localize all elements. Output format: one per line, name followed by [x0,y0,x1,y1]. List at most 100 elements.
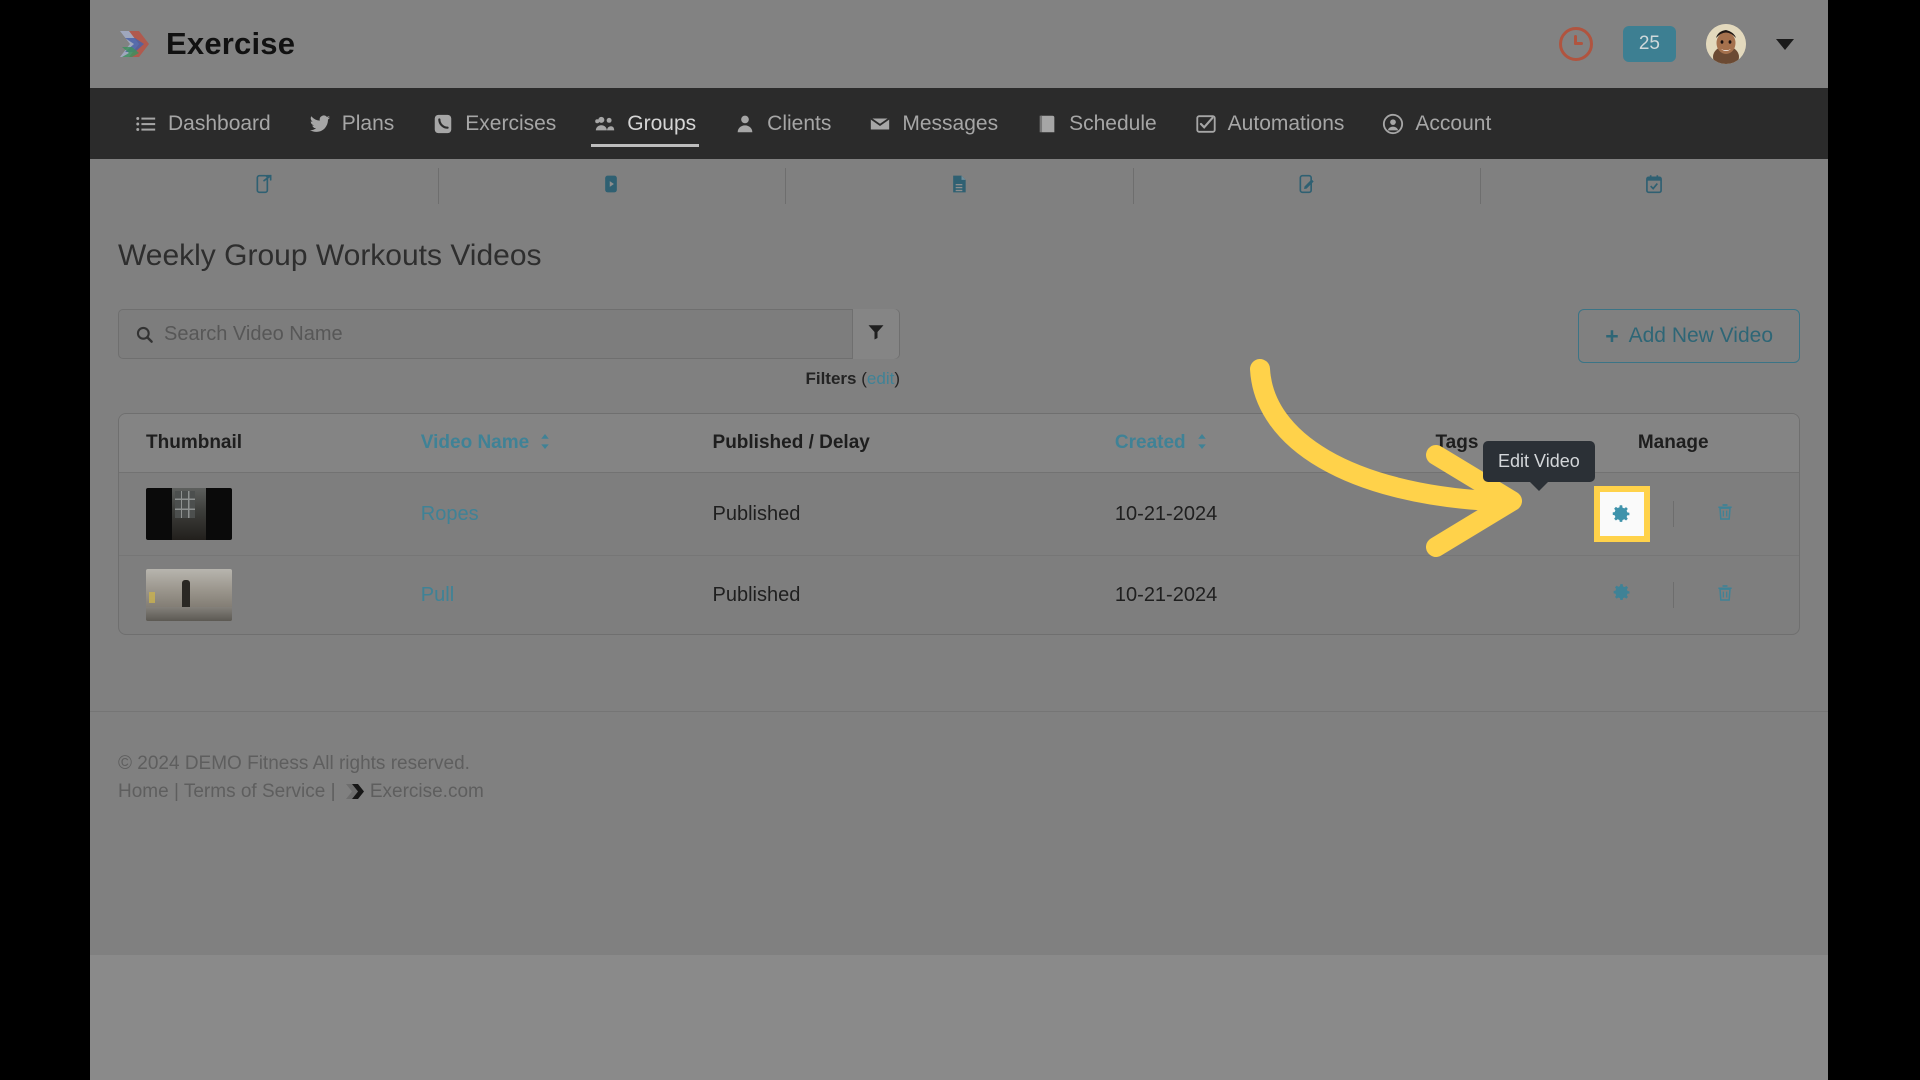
notification-count-badge[interactable]: 25 [1622,26,1676,62]
add-new-video-label: Add New Video [1628,324,1773,347]
filters-edit-link[interactable]: edit [867,369,894,388]
action-divider [1672,582,1674,608]
ropes-video-thumbnail[interactable] [146,488,232,540]
clock-icon[interactable] [1558,27,1593,61]
subnav-item-external-link[interactable] [90,166,438,206]
nav-item-exercises[interactable]: Exercises [413,88,575,159]
funnel-filter-icon [867,323,885,346]
video-name-link[interactable]: Ropes [421,503,479,525]
cell-published: Published [712,472,1115,556]
nav-item-account[interactable]: Account [1363,88,1510,159]
document-icon [949,173,969,200]
filter-button[interactable] [852,309,899,359]
tooltip-text: Edit Video [1498,451,1580,471]
main-nav: Dashboard Plans Exercises Groups Clients… [90,88,1828,159]
sort-arrows-icon [1197,433,1207,455]
pull-video-thumbnail[interactable] [146,569,232,621]
footer-link-site[interactable]: Exercise.com [370,781,484,802]
main-content: Weekly Group Workouts Videos Search Vide… [90,213,1828,635]
cell-created: 10-21-2024 [1114,472,1367,556]
cell-manage [1547,472,1799,556]
nav-item-schedule[interactable]: Schedule [1017,88,1176,159]
sort-arrows-icon [540,433,550,455]
nav-label: Schedule [1069,111,1157,135]
nav-label: Clients [767,111,832,135]
brand-name: Exercise [166,26,296,61]
footer-divider [90,711,1828,712]
user-icon [734,113,756,135]
phone-icon [432,113,454,135]
screenshot-root: Exercise 25 Dashboard Plans Exercises Gr… [0,0,1920,1080]
col-header-published-delay: Published / Delay [712,414,1115,473]
tooltip-edit-video: Edit Video [1483,441,1595,482]
thumbnail-floor [146,607,232,621]
chevron-down-icon[interactable] [1776,38,1794,50]
add-new-video-button[interactable]: + Add New Video [1578,309,1800,363]
nav-item-groups[interactable]: Groups [575,88,715,159]
trash-icon[interactable] [1715,582,1735,609]
col-label: Video Name [420,432,530,453]
gear-icon [1599,492,1644,536]
subnav-item-calendar[interactable] [1480,166,1828,206]
thumbnail-accent [149,591,155,604]
nav-item-clients[interactable]: Clients [715,88,850,159]
row-actions [1547,582,1799,609]
trash-icon[interactable] [1715,501,1735,528]
nav-label: Account [1415,111,1492,135]
nav-label: Dashboard [168,111,271,135]
cell-video-name: Pull [421,556,713,635]
edit-action-cell [1593,486,1651,542]
nav-item-messages[interactable]: Messages [850,88,1017,159]
col-label: Manage [1637,432,1709,453]
nav-label: Plans [341,111,395,135]
nav-item-plans[interactable]: Plans [290,88,414,159]
col-header-created[interactable]: Created [1114,414,1367,473]
list-icon [135,113,157,135]
calendar-check-icon [1644,173,1664,200]
video-play-icon [601,173,621,200]
footer-copyright: © 2024 DEMO Fitness All rights reserved. [118,753,470,774]
video-name-link[interactable]: Pull [421,584,454,606]
bottom-band [90,955,1828,1080]
plus-icon: + [1605,322,1619,349]
nav-label: Messages [902,111,999,135]
cell-manage [1547,556,1799,635]
cell-thumbnail [119,556,421,635]
footer: © 2024 DEMO Fitness All rights reserved.… [118,750,484,805]
avatar[interactable] [1706,24,1746,64]
envelope-icon [869,113,891,135]
col-label: Created [1114,432,1186,453]
footer-links: Home | Terms of Service | Exercise.com [118,778,484,806]
delete-action-cell [1696,501,1754,528]
subnav-item-document[interactable] [785,166,1133,206]
col-header-video-name[interactable]: Video Name [420,414,713,473]
footer-link-home[interactable]: Home [118,781,169,802]
external-link-mobile-icon [254,173,274,200]
search-input[interactable] [164,310,852,358]
delete-action-cell [1696,582,1754,609]
subnav-item-edit[interactable] [1132,166,1481,206]
app-page: Exercise 25 Dashboard Plans Exercises Gr… [90,0,1828,1080]
subnav-item-video[interactable] [437,166,786,206]
exercise-chevrons-logo-icon [118,29,152,59]
cell-tags [1366,556,1547,635]
edit-action-cell [1593,582,1651,609]
gear-icon[interactable] [1612,582,1632,609]
nav-item-dashboard[interactable]: Dashboard [116,88,290,159]
nav-item-automations[interactable]: Automations [1176,88,1364,159]
footer-separator: | [173,780,179,802]
search-box [118,309,900,359]
filters-label: Filters [805,369,857,388]
brand[interactable]: Exercise [118,26,295,62]
search-row: Filters (edit) + Add New Video [118,309,1800,389]
check-square-icon [1195,113,1217,135]
edit-video-button-highlighted[interactable] [1593,486,1650,542]
search-icon [135,325,154,344]
footer-separator: | [330,780,336,802]
user-circle-icon [1382,113,1404,135]
footer-link-terms[interactable]: Terms of Service [184,781,325,802]
nav-label: Exercises [465,111,557,135]
table-row: Pull Published 10-21-2024 [119,556,1799,635]
table-body: Ropes Published 10-21-2024 Pull Publishe… [119,472,1799,635]
cell-created: 10-21-2024 [1114,583,1218,606]
